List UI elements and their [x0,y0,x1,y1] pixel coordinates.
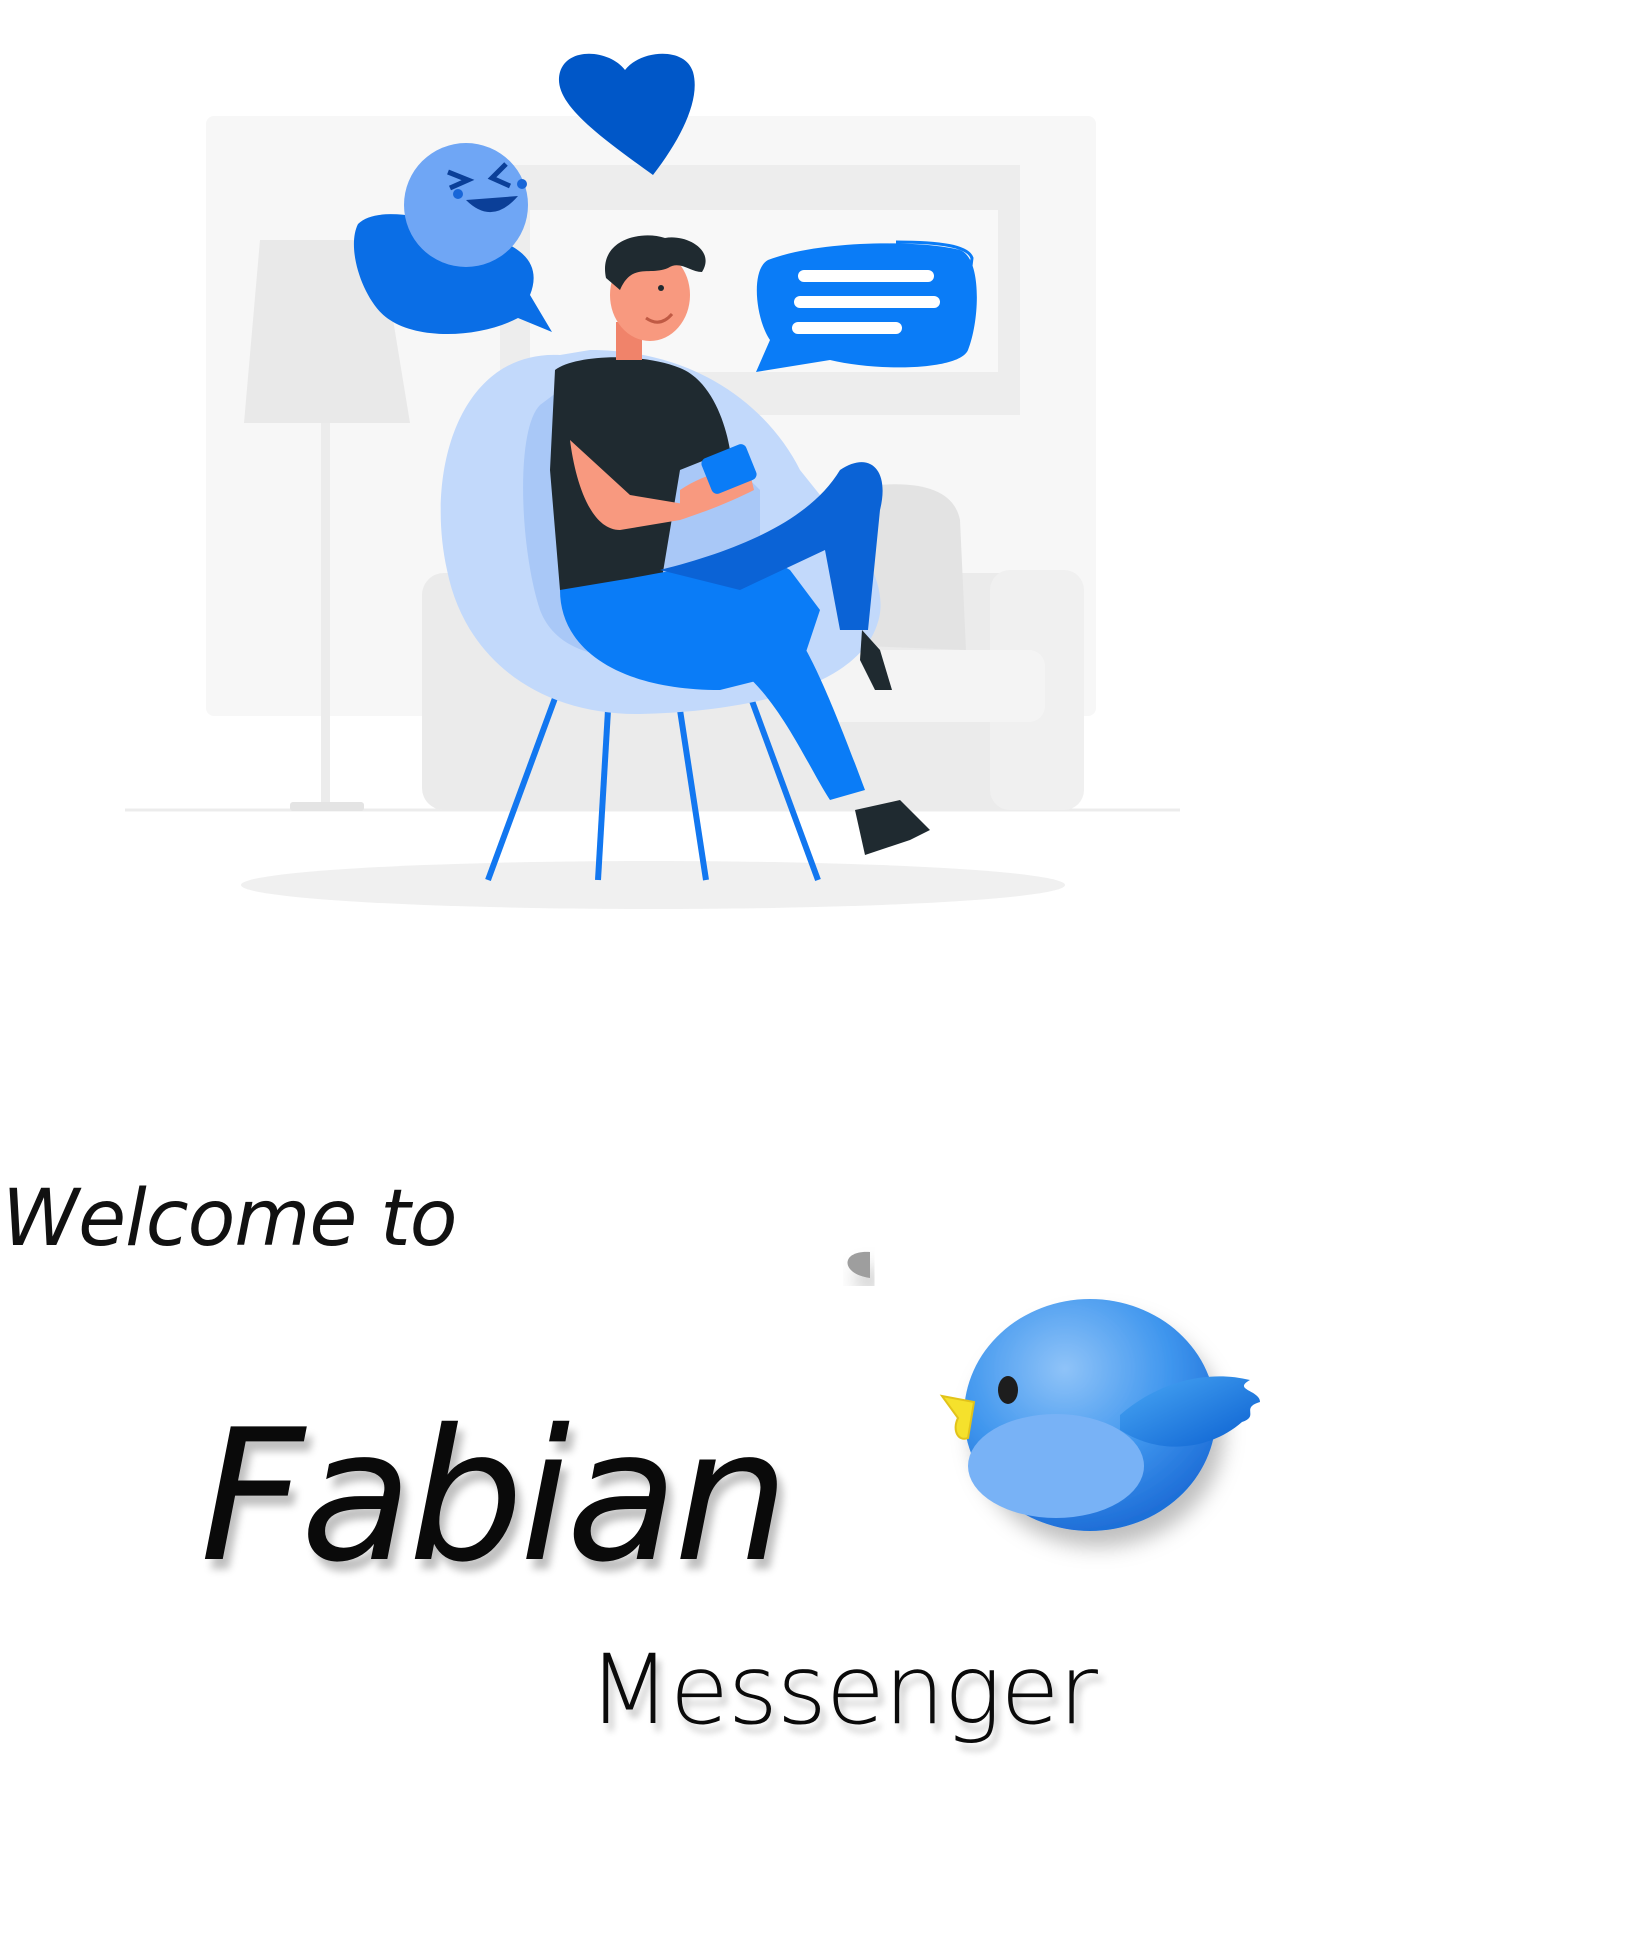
floor-shadow [241,861,1065,909]
feather-icon [847,1251,870,1278]
emoji-tear-right [517,179,527,189]
emoji-tear-left [453,189,463,199]
brand-title: Fabian [200,1390,789,1602]
hero-illustration [125,53,1180,909]
bird-logo-icon [847,1251,1260,1531]
bird-beak [939,1394,976,1440]
chat-line-1 [798,270,934,282]
bird-belly [968,1414,1144,1518]
lamp-pole [321,423,330,810]
product-subtitle: Messenger [588,1634,1098,1746]
chat-line-2 [794,296,940,308]
person-eye [658,285,664,291]
splash-screen: Welcome to Fabian Messenger [0,0,1642,1958]
bird-eye [998,1376,1018,1404]
lamp-base [290,802,364,811]
sofa-cushion [820,650,1045,722]
welcome-intro: Welcome to [2,1174,457,1264]
laughing-emoji-icon [404,143,528,267]
chat-line-3 [792,322,902,334]
